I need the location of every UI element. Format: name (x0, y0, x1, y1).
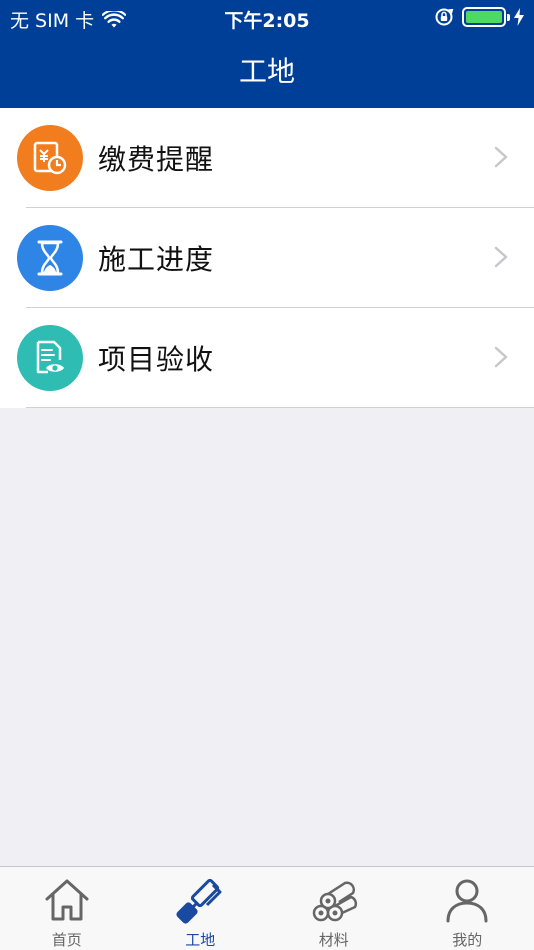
chevron-right-icon (494, 246, 508, 268)
list-item-label: 缴费提醒 (98, 143, 215, 176)
tab-materials[interactable]: 材料 (267, 867, 401, 950)
charging-bolt-icon (514, 8, 524, 26)
divider (26, 407, 534, 408)
list-item-construction-progress[interactable]: 施工进度 (0, 208, 534, 308)
person-icon (446, 879, 488, 923)
list-item-payment-reminder[interactable]: 缴费提醒 (0, 108, 534, 208)
rotation-lock-icon (435, 8, 454, 26)
list-item-label: 施工进度 (98, 243, 215, 276)
tab-label: 材料 (318, 931, 349, 949)
list-item-project-acceptance[interactable]: 项目验收 (0, 308, 534, 408)
tab-construction-site[interactable]: 工地 (134, 867, 268, 950)
battery-fill (466, 11, 502, 23)
status-right (434, 7, 524, 27)
hourglass-icon (17, 225, 83, 291)
chevron-right-icon (494, 146, 508, 168)
pipes-icon (312, 881, 357, 922)
battery-cap (507, 14, 510, 21)
home-icon (45, 879, 89, 921)
tab-bar: 首页 工地 材料 我的 (0, 866, 534, 950)
chevron-right-icon (494, 346, 508, 368)
menu-list: 缴费提醒 施工进度 项目验收 (0, 108, 534, 408)
bill-clock-icon (17, 125, 83, 191)
tab-label: 我的 (452, 931, 483, 949)
tab-profile[interactable]: 我的 (401, 867, 534, 950)
tab-label: 工地 (185, 931, 216, 949)
list-item-label: 项目验收 (98, 343, 215, 376)
paint-roller-icon (176, 878, 222, 924)
battery-icon (462, 7, 510, 27)
tab-label: 首页 (51, 931, 82, 949)
tab-home[interactable]: 首页 (0, 867, 134, 950)
status-bar: 无 SIM 卡 下午2:05 (0, 0, 534, 36)
document-eye-icon (17, 325, 83, 391)
page-title: 工地 (238, 55, 295, 88)
navigation-bar: 工地 (0, 36, 534, 108)
